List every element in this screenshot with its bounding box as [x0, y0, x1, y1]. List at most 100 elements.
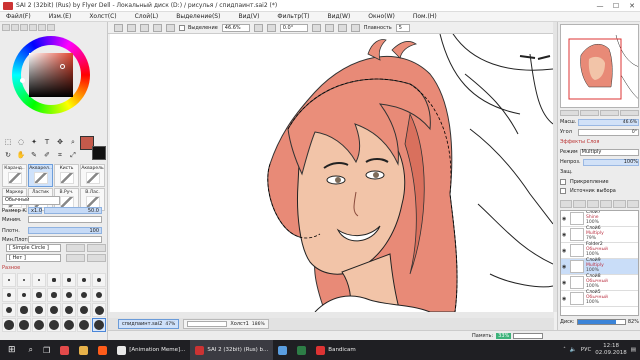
brush-size-preset[interactable]	[2, 318, 16, 332]
rotate-icon[interactable]: ↻	[2, 149, 14, 161]
nav-reset-button[interactable]	[620, 110, 639, 116]
size-slider[interactable]: 50.0	[44, 207, 102, 214]
zoom-icon[interactable]: ⌕	[67, 136, 79, 148]
brush-size-preset[interactable]	[92, 288, 106, 302]
menu-file[interactable]: Файл(F)	[0, 13, 40, 20]
move-icon[interactable]: ✥	[54, 136, 66, 148]
layer-mode-select[interactable]: Multiply	[579, 148, 639, 156]
min-density-slider[interactable]	[28, 236, 102, 243]
zoom-out-icon[interactable]	[266, 23, 276, 32]
crop-icon[interactable]: ⌗	[54, 149, 66, 161]
task-view-icon[interactable]: ❐	[38, 340, 55, 360]
pen-icon[interactable]: ✐	[41, 149, 53, 161]
brush-size-preset[interactable]	[17, 288, 31, 302]
stabilizer-icon[interactable]	[350, 23, 360, 32]
select-rect-icon[interactable]: ⬚	[2, 136, 14, 148]
copy-layer-button[interactable]	[599, 200, 613, 208]
new-folder-button[interactable]	[586, 200, 599, 208]
selection-checkbox[interactable]	[179, 24, 185, 31]
brush-size-preset[interactable]	[92, 318, 106, 332]
menu-filter[interactable]: Фильтр(T)	[268, 13, 318, 20]
menu-window[interactable]: Окно(W)	[359, 13, 404, 20]
eye-icon[interactable]: ◉	[562, 248, 568, 254]
magic-wand-icon[interactable]: ✦	[28, 136, 40, 148]
tray-clock[interactable]: 12:18 02.09.2018	[595, 343, 627, 357]
tool-airbrush[interactable]: Акварел..	[28, 164, 53, 187]
zoom-in-icon[interactable]	[253, 23, 263, 32]
taskbar-app[interactable]	[55, 340, 74, 360]
brush-size-preset[interactable]	[47, 288, 61, 302]
selection-toggle[interactable]: Выделение	[179, 24, 218, 31]
tool-brush[interactable]: Кисть	[54, 164, 79, 187]
menu-selection[interactable]: Выделение(S)	[167, 13, 229, 20]
nav-zoom-out-button[interactable]	[560, 110, 579, 116]
invert-selection-icon[interactable]	[166, 23, 175, 32]
rotate-right-icon[interactable]	[324, 23, 334, 32]
taskbar-app[interactable]: Bandicam	[311, 340, 360, 360]
taskbar-app[interactable]: SAI 2 (32bit) (Rus) b...	[190, 340, 274, 360]
minimize-button[interactable]: —	[592, 0, 608, 12]
hsv-mode-button[interactable]	[20, 24, 28, 31]
deselect-icon[interactable]	[153, 23, 162, 32]
zoom-field[interactable]: 46.6%	[221, 23, 250, 32]
menu-layer[interactable]: Слой(L)	[126, 13, 168, 20]
taskbar-app[interactable]	[93, 340, 112, 360]
brush-size-preset[interactable]	[17, 318, 31, 332]
nav-rotate-button[interactable]	[600, 110, 619, 116]
color-wheel-mode-button[interactable]	[2, 24, 10, 31]
brush-size-preset[interactable]	[77, 273, 91, 287]
brush-texture-select[interactable]: [ Нет ]	[6, 254, 61, 262]
text-tool-icon[interactable]: T	[41, 136, 53, 148]
antialias-icon[interactable]	[114, 23, 123, 32]
layer-row[interactable]: ◉ Слой6 Multiply 79%	[561, 227, 638, 243]
start-button[interactable]: ⊞	[0, 340, 24, 360]
nav-angle-slider[interactable]: 0°	[578, 128, 639, 136]
size-multiplier[interactable]: x1.0	[28, 207, 42, 214]
menu-canvas[interactable]: Холст(C)	[80, 13, 125, 20]
brush-size-preset[interactable]	[62, 273, 76, 287]
drawing-canvas[interactable]	[110, 34, 553, 312]
brush-size-preset[interactable]	[32, 273, 46, 287]
brush-size-preset[interactable]	[2, 273, 16, 287]
redo-icon[interactable]	[140, 23, 149, 32]
tray-lang[interactable]: РУС	[581, 347, 592, 353]
menu-view[interactable]: Вид(V)	[229, 13, 268, 20]
rotate-left-icon[interactable]	[311, 23, 321, 32]
smoothing-field[interactable]: 5	[395, 23, 410, 32]
brush-size-preset[interactable]	[32, 288, 46, 302]
layer-row[interactable]: ◉ Folder2 Обычный 100%	[561, 243, 638, 259]
layer-row[interactable]: ◉ Слой5 Обычный 100%	[561, 291, 638, 307]
secondary-color-swatch[interactable]	[92, 146, 106, 160]
tool-watercolor[interactable]: Акварель	[80, 164, 105, 187]
clip-checkbox[interactable]	[560, 179, 566, 185]
brush-size-preset[interactable]	[17, 273, 31, 287]
tray-up-arrow-icon[interactable]: ˄	[563, 347, 566, 353]
blend-mode-select[interactable]: Обычный	[2, 196, 60, 205]
brush-size-preset[interactable]	[62, 288, 76, 302]
brush-size-preset[interactable]	[32, 318, 46, 332]
density-slider[interactable]: 100	[28, 227, 102, 234]
new-layer-button[interactable]	[560, 200, 573, 208]
tray-volume-icon[interactable]: 🔈	[570, 347, 577, 353]
menu-view2[interactable]: Вид(W)	[319, 13, 360, 20]
shape-strength-slider[interactable]	[66, 244, 106, 252]
taskbar-app[interactable]	[273, 340, 292, 360]
saturation-value-square[interactable]	[29, 53, 73, 97]
flip-icon[interactable]	[337, 23, 347, 32]
source-checkbox[interactable]	[560, 188, 566, 194]
brush-size-preset[interactable]	[77, 318, 91, 332]
layer-effects-header[interactable]: Эффекты Слоя	[560, 139, 639, 146]
taskbar-app[interactable]	[74, 340, 93, 360]
brush-size-preset[interactable]	[77, 303, 91, 317]
mixer-mode-button[interactable]	[38, 24, 46, 31]
notifications-icon[interactable]: ▤	[631, 347, 636, 353]
color-cursor[interactable]	[60, 64, 65, 69]
undo-icon[interactable]	[127, 23, 136, 32]
artwork[interactable]	[110, 34, 553, 312]
eye-icon[interactable]: ◉	[562, 264, 568, 270]
close-button[interactable]: ✕	[624, 0, 640, 12]
maximize-button[interactable]: ☐	[608, 0, 624, 12]
eye-icon[interactable]: ◉	[562, 232, 568, 238]
delete-layer-button[interactable]	[626, 200, 639, 208]
navigator-preview[interactable]	[560, 24, 639, 108]
